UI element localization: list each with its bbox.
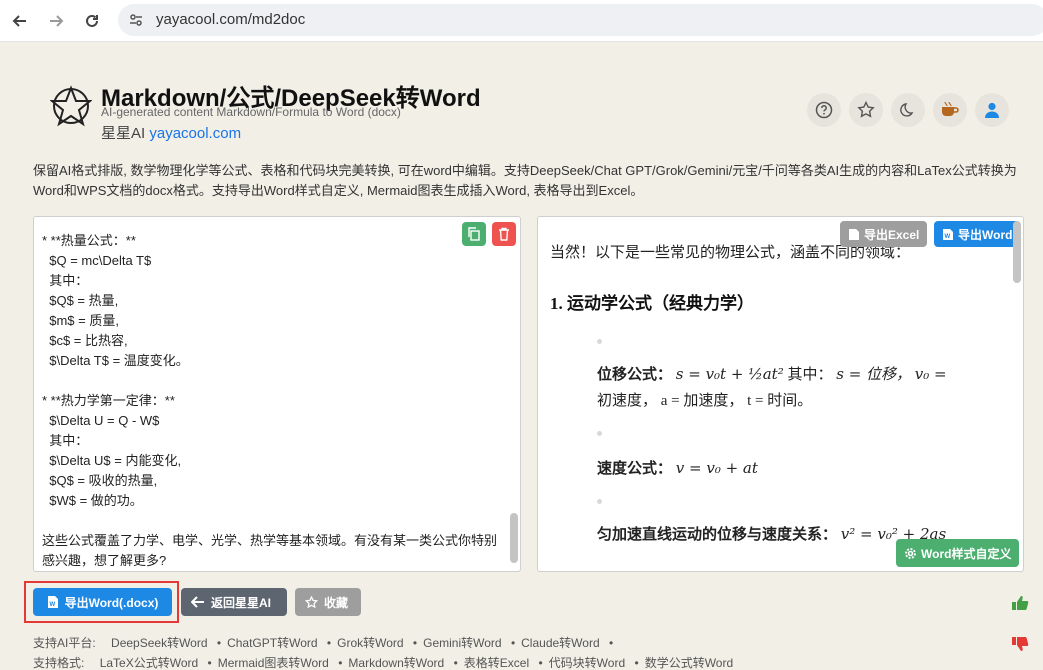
brand-name: 星星AI xyxy=(101,125,146,142)
list-bullet xyxy=(597,499,602,504)
thumbs-down-icon[interactable] xyxy=(1009,634,1031,654)
export-word-docx-button[interactable]: W 导出Word(.docx) xyxy=(33,588,172,616)
browser-toolbar: yayacool.com/md2doc xyxy=(0,0,1043,42)
star-outline-icon xyxy=(305,595,318,608)
list-item: 匀加速直线运动的位移与速度关系： v² = v₀² + 2as xyxy=(597,523,946,544)
list-bullet xyxy=(597,339,602,344)
url-text: yayacool.com/md2doc xyxy=(156,11,306,28)
export-excel-button[interactable]: 导出Excel xyxy=(840,221,928,247)
svg-text:W: W xyxy=(49,602,55,608)
footer-link[interactable]: ChatGPT转Word xyxy=(227,636,317,650)
editor-content[interactable]: * **热量公式：** $Q = mc\Delta T$ 其中： $Q$ = 热… xyxy=(42,231,502,571)
back-label: 返回星星AI xyxy=(211,595,272,610)
formula-def-line: 初速度， a = 加速度， t = 时间。 xyxy=(597,393,813,409)
user-icon xyxy=(985,102,999,118)
supported-formats: 支持格式: LaTeX公式转Word • Mermaid图表转Word • Mark… xyxy=(33,656,734,670)
footer-link[interactable]: DeepSeek转Word xyxy=(111,636,208,650)
thumbs-up-icon[interactable] xyxy=(1009,593,1031,613)
donate-coffee-button[interactable] xyxy=(933,93,967,127)
list-item: 位移公式： s = v₀t + ½at² 其中： s = 位移， v₀ = xyxy=(597,363,947,384)
tool-description: 保留AI格式排版, 数学物理化学等公式、表格和代码块完美转换, 可在word中编… xyxy=(33,163,1017,198)
formula-label: 速度公式： xyxy=(597,461,673,477)
copy-icon xyxy=(468,227,480,241)
markdown-editor[interactable]: * **热量公式：** $Q = mc\Delta T$ 其中： $Q$ = 热… xyxy=(33,216,521,572)
export-word-docx-label: 导出Word(.docx) xyxy=(64,595,159,610)
platforms-label: 支持AI平台: xyxy=(33,636,96,650)
help-button[interactable] xyxy=(807,93,841,127)
footer-link[interactable]: Claude转Word xyxy=(521,636,599,650)
trash-icon xyxy=(499,227,509,241)
export-excel-label: 导出Excel xyxy=(864,227,920,242)
formula: v = v₀ + at xyxy=(675,459,758,477)
question-icon xyxy=(815,101,833,119)
formula-def: s = 位移， xyxy=(836,365,912,383)
footer-link[interactable]: 代码块转Word xyxy=(549,656,625,670)
bookmark-label: 收藏 xyxy=(324,595,349,610)
footer-link[interactable]: 表格转Excel xyxy=(464,656,529,670)
forward-arrow-icon[interactable] xyxy=(44,9,68,33)
site-settings-icon[interactable] xyxy=(128,12,144,28)
footer-link[interactable]: Markdown转Word xyxy=(348,656,444,670)
footer-link[interactable]: Grok转Word xyxy=(337,636,403,650)
moon-icon xyxy=(900,103,914,117)
user-account-button[interactable] xyxy=(975,93,1009,127)
copy-button[interactable] xyxy=(462,222,486,246)
favorite-star-button[interactable] xyxy=(849,93,883,127)
brand-line: 星星AI yayacool.com xyxy=(101,122,241,143)
document-icon xyxy=(849,228,859,240)
footer-link[interactable]: Mermaid图表转Word xyxy=(218,656,329,670)
coffee-cup-icon xyxy=(942,101,959,116)
word-style-customize-button[interactable]: Word样式自定义 xyxy=(896,539,1020,567)
style-button-label: Word样式自定义 xyxy=(921,546,1012,561)
footer-link[interactable]: 数学公式转Word xyxy=(645,656,733,670)
gear-icon xyxy=(905,547,916,559)
star-logo-icon xyxy=(50,85,92,127)
back-to-site-button[interactable]: 返回星星AI xyxy=(181,588,287,616)
preview-scrollbar[interactable] xyxy=(1013,221,1021,283)
formula-label: 匀加速直线运动的位移与速度关系： xyxy=(597,527,838,543)
list-item: 速度公式： v = v₀ + at xyxy=(597,457,758,478)
bookmark-button[interactable]: 收藏 xyxy=(295,588,361,616)
star-icon xyxy=(857,101,875,118)
export-word-button[interactable]: W 导出Word xyxy=(934,221,1021,247)
word-preview: 当然！以下是一些常见的物理公式，涵盖不同的领域： 1. 运动学公式（经典力学） … xyxy=(537,216,1024,572)
word-doc-icon: W xyxy=(943,228,953,240)
preview-section-heading: 1. 运动学公式（经典力学） xyxy=(550,294,754,313)
address-bar[interactable]: yayacool.com/md2doc xyxy=(118,4,1043,36)
back-arrow-icon[interactable] xyxy=(8,9,32,33)
dark-mode-button[interactable] xyxy=(891,93,925,127)
formula-tail: 其中： xyxy=(787,367,833,383)
supported-platforms: 支持AI平台: DeepSeek转Word • ChatGPT转Word • Gro… xyxy=(33,636,614,650)
formula-label: 位移公式： xyxy=(597,367,673,383)
svg-text:W: W xyxy=(945,234,951,240)
page-subtitle: AI-generated content Markdown/Formula to… xyxy=(101,105,401,119)
word-doc-icon: W xyxy=(47,596,58,608)
editor-scrollbar[interactable] xyxy=(510,513,518,563)
list-bullet xyxy=(597,431,602,436)
export-word-label: 导出Word xyxy=(958,227,1013,242)
clear-button[interactable] xyxy=(492,222,516,246)
footer-link[interactable]: Gemini转Word xyxy=(423,636,501,650)
reload-icon[interactable] xyxy=(80,9,104,33)
formula-def: v₀ = xyxy=(914,365,947,383)
brand-link[interactable]: yayacool.com xyxy=(149,125,241,142)
arrow-left-icon xyxy=(191,596,204,608)
formula: s = v₀t + ½at² xyxy=(675,365,784,383)
formats-label: 支持格式: xyxy=(33,656,85,670)
footer-link[interactable]: LaTeX公式转Word xyxy=(100,656,198,670)
